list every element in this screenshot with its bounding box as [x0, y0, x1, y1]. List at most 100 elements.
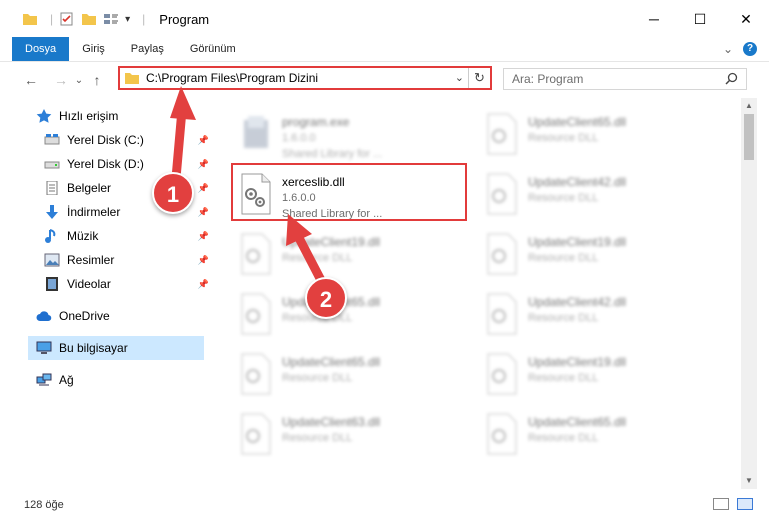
- maximize-button[interactable]: ☐: [677, 0, 723, 38]
- pin-icon[interactable]: 📌: [198, 279, 209, 290]
- qat-separator: |: [50, 12, 54, 26]
- view-options-icon[interactable]: [103, 12, 119, 26]
- file-item[interactable]: UpdateClient19.dll Resource DLL: [478, 226, 718, 282]
- file-type: Resource DLL: [528, 252, 599, 264]
- view-switcher: [713, 498, 753, 510]
- status-bar: 128 öğe: [0, 489, 769, 520]
- navigation-pane: Hızlı erişim Yerel Disk (C:) 📌 Yerel Dis…: [0, 104, 212, 489]
- dll-file-icon: [482, 112, 520, 156]
- sidebar-item-quick-access[interactable]: Hızlı erişim: [36, 104, 204, 128]
- properties-icon[interactable]: [59, 12, 75, 26]
- sidebar-item-label: Müzik: [67, 229, 99, 243]
- file-type: Resource DLL: [282, 372, 353, 384]
- vertical-scrollbar[interactable]: ▲ ▼: [741, 98, 757, 489]
- sidebar-item-local-disk-c[interactable]: Yerel Disk (C:) 📌: [44, 128, 209, 152]
- scroll-up-icon[interactable]: ▲: [745, 101, 753, 110]
- file-type: Resource DLL: [528, 312, 599, 324]
- quick-access-toolbar: | ▾ | Program: [0, 12, 209, 27]
- sidebar-item-label: İndirmeler: [67, 205, 121, 219]
- tab-file[interactable]: Dosya: [12, 37, 70, 61]
- file-item-xerceslib[interactable]: xerceslib.dll 1.6.0.0 Shared Library for…: [232, 166, 472, 222]
- help-icon[interactable]: ?: [743, 42, 757, 56]
- sidebar-item-label: Resimler: [67, 253, 115, 267]
- item-count: 128 öğe: [24, 498, 64, 511]
- file-item[interactable]: UpdateClient65.dll Resource DLL: [232, 286, 472, 342]
- sidebar-item-label: Bu bilgisayar: [59, 341, 128, 355]
- cloud-icon: [36, 311, 52, 322]
- sidebar-item-label: Ağ: [59, 373, 74, 387]
- pin-icon[interactable]: 📌: [198, 159, 209, 170]
- sidebar-item-network[interactable]: Ağ: [36, 368, 204, 392]
- scroll-down-icon[interactable]: ▼: [745, 476, 753, 485]
- file-list: program.exe 1.6.0.0 Shared Library for .…: [212, 98, 740, 489]
- address-bar[interactable]: C:\Program Files\Program Dizini ⌄ ↻: [118, 66, 492, 90]
- ribbon-controls: ⌄ ?: [723, 42, 757, 56]
- search-input[interactable]: Ara: Program: [503, 68, 747, 90]
- tab-view[interactable]: Görünüm: [177, 37, 249, 61]
- file-name: UpdateClient19.dll: [282, 235, 381, 249]
- dll-file-icon: [482, 172, 520, 216]
- address-path[interactable]: C:\Program Files\Program Dizini: [146, 71, 318, 85]
- close-button[interactable]: ✕: [723, 0, 769, 38]
- drive-icon: [44, 134, 60, 145]
- documents-icon: [46, 181, 58, 195]
- up-button[interactable]: ↑: [86, 68, 108, 92]
- dll-file-icon: [236, 412, 274, 456]
- recent-locations-button[interactable]: ⌄: [72, 68, 86, 92]
- minimize-button[interactable]: ─: [631, 0, 677, 38]
- sidebar-item-label: Yerel Disk (C:): [67, 133, 144, 147]
- file-item[interactable]: program.exe 1.6.0.0 Shared Library for .…: [232, 106, 472, 162]
- sidebar-item-label: Yerel Disk (D:): [67, 157, 144, 171]
- file-type: Resource DLL: [528, 132, 599, 144]
- address-dropdown-icon[interactable]: ⌄: [455, 71, 464, 84]
- sidebar-item-this-pc[interactable]: Bu bilgisayar: [28, 336, 204, 360]
- search-placeholder: Ara: Program: [512, 72, 584, 86]
- forward-button[interactable]: →: [50, 68, 72, 92]
- file-name: program.exe: [282, 115, 350, 129]
- file-item[interactable]: UpdateClient63.dll Resource DLL: [232, 406, 472, 462]
- file-item[interactable]: UpdateClient65.dll Resource DLL: [232, 346, 472, 402]
- new-folder-icon[interactable]: [81, 12, 97, 26]
- tab-home[interactable]: Giriş: [69, 37, 118, 61]
- sidebar-item-pictures[interactable]: Resimler 📌: [44, 248, 209, 272]
- qat-customize-icon[interactable]: ▾: [125, 14, 130, 25]
- file-version: 1.6.0.0: [282, 192, 316, 204]
- file-name: UpdateClient19.dll: [528, 355, 627, 369]
- file-item[interactable]: UpdateClient42.dll Resource DLL: [478, 286, 718, 342]
- download-icon: [46, 205, 58, 219]
- back-button[interactable]: ←: [20, 68, 42, 92]
- file-item[interactable]: UpdateClient65.dll Resource DLL: [478, 406, 718, 462]
- refresh-button[interactable]: ↻: [468, 68, 490, 88]
- file-name: UpdateClient42.dll: [528, 175, 627, 189]
- scroll-thumb[interactable]: [744, 114, 754, 160]
- file-item[interactable]: UpdateClient19.dll Resource DLL: [478, 346, 718, 402]
- file-type: Resource DLL: [282, 432, 353, 444]
- file-item[interactable]: UpdateClient42.dll Resource DLL: [478, 166, 718, 222]
- sidebar-item-label: OneDrive: [59, 309, 110, 323]
- pin-icon[interactable]: 📌: [198, 183, 209, 194]
- ribbon-expand-icon[interactable]: ⌄: [723, 42, 733, 56]
- sidebar-item-label: Videolar: [67, 277, 111, 291]
- sidebar-item-onedrive[interactable]: OneDrive: [36, 304, 204, 328]
- file-item[interactable]: UpdateClient19.dll Resource DLL: [232, 226, 472, 282]
- tab-share[interactable]: Paylaş: [118, 37, 177, 61]
- details-view-icon[interactable]: [713, 498, 729, 510]
- pictures-icon: [44, 253, 60, 267]
- pin-icon[interactable]: 📌: [198, 207, 209, 218]
- file-type: Resource DLL: [282, 252, 353, 264]
- file-name: xerceslib.dll: [282, 175, 345, 189]
- sidebar-item-label: Hızlı erişim: [59, 109, 119, 123]
- sidebar-item-videos[interactable]: Videolar 📌: [44, 272, 209, 296]
- step-badge-1: 1: [152, 172, 194, 214]
- tiles-view-icon[interactable]: [737, 498, 753, 510]
- sidebar-item-music[interactable]: Müzik 📌: [44, 224, 209, 248]
- file-name: UpdateClient65.dll: [528, 415, 627, 429]
- drive-icon: [44, 161, 60, 169]
- file-item[interactable]: UpdateClient65.dll Resource DLL: [478, 106, 718, 162]
- music-icon: [45, 229, 56, 243]
- pin-icon[interactable]: 📌: [198, 231, 209, 242]
- pin-icon[interactable]: 📌: [198, 135, 209, 146]
- file-type: Resource DLL: [528, 192, 599, 204]
- pin-icon[interactable]: 📌: [198, 255, 209, 266]
- dll-file-icon: [236, 172, 274, 216]
